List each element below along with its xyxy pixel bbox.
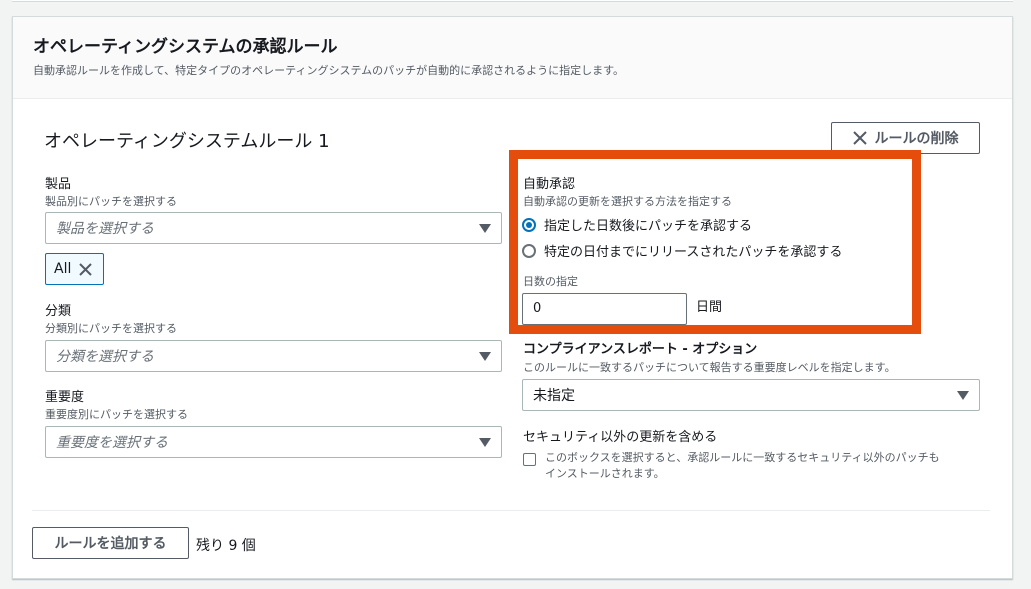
radio-checked[interactable]	[522, 217, 536, 232]
product-select[interactable]: 製品を選択する	[45, 212, 502, 244]
remaining-count: 残り 9 個	[196, 538, 256, 554]
add-rule-button[interactable]: ルールを追加する	[32, 527, 189, 559]
classification-description: 分類別にパッチを選択する	[45, 322, 177, 335]
compliance-value: 未指定	[533, 388, 575, 404]
auto-approval-description: 自動承認の更新を選択する方法を指定する	[523, 195, 732, 208]
product-placeholder: 製品を選択する	[56, 221, 154, 237]
classification-placeholder: 分類を選択する	[56, 349, 154, 365]
footer-divider	[32, 510, 990, 511]
token-label: All	[54, 261, 72, 277]
radio-option-date[interactable]: 特定の日付までにリリースされたパッチを承認する	[522, 241, 842, 260]
remove-rule-button[interactable]: ルールの削除	[831, 122, 980, 154]
severity-placeholder: 重要度を選択する	[56, 435, 168, 451]
severity-label: 重要度	[45, 390, 85, 405]
close-icon	[852, 131, 867, 145]
product-description: 製品別にパッチを選択する	[45, 195, 177, 208]
non-security-checkbox-text: このボックスを選択すると、承認ルールに一致するセキュリティ以外のパッチも	[545, 451, 940, 464]
caret-down-icon	[479, 352, 491, 361]
classification-label: 分類	[45, 304, 72, 319]
add-rule-label: ルールを追加する	[54, 536, 167, 552]
classification-select[interactable]: 分類を選択する	[45, 340, 502, 372]
compliance-select[interactable]: 未指定	[522, 379, 980, 411]
auto-approval-label: 自動承認	[523, 177, 576, 192]
product-token-all: All	[45, 253, 104, 285]
radio-option-date-label: 特定の日付までにリリースされたパッチを承認する	[544, 245, 843, 260]
radio-option-days-label: 指定した日数後にパッチを承認する	[544, 219, 753, 234]
severity-select[interactable]: 重要度を選択する	[45, 426, 502, 458]
non-security-checkbox[interactable]	[523, 453, 536, 466]
remove-rule-label: ルールの削除	[874, 131, 959, 147]
severity-description: 重要度別にパッチを選択する	[45, 408, 188, 421]
remove-token-icon[interactable]	[79, 262, 93, 276]
section-title: オペレーティングシステムの承認ルール	[33, 37, 338, 57]
section-description: 自動承認ルールを作成して、特定タイプのオペレーティングシステムのパッチが自動的に…	[33, 64, 625, 77]
panel-header: オペレーティングシステムの承認ルール 自動承認ルールを作成して、特定タイプのオペ…	[13, 17, 1012, 99]
radio-unchecked[interactable]	[522, 243, 536, 258]
product-label: 製品	[45, 177, 72, 192]
caret-down-icon	[957, 391, 969, 400]
non-security-label: セキュリティ以外の更新を含める	[523, 430, 718, 445]
previous-panel-edge	[12, 0, 1013, 2]
radio-option-days[interactable]: 指定した日数後にパッチを承認する	[522, 215, 752, 234]
days-input[interactable]: 0	[522, 293, 687, 325]
compliance-label: コンプライアンスレポート - オプション	[523, 342, 758, 357]
days-label: 日数の指定	[523, 275, 578, 288]
compliance-description: このルールに一致するパッチについて報告する重要度レベルを指定します。	[523, 361, 896, 374]
non-security-checkbox-text-2: インストールされます。	[545, 467, 665, 480]
rule-title: オペレーティングシステムルール 1	[44, 131, 330, 152]
caret-down-icon	[479, 438, 491, 447]
caret-down-icon	[479, 224, 491, 233]
approval-rules-panel: オペレーティングシステムの承認ルール 自動承認ルールを作成して、特定タイプのオペ…	[12, 16, 1013, 579]
days-unit: 日間	[696, 300, 723, 315]
